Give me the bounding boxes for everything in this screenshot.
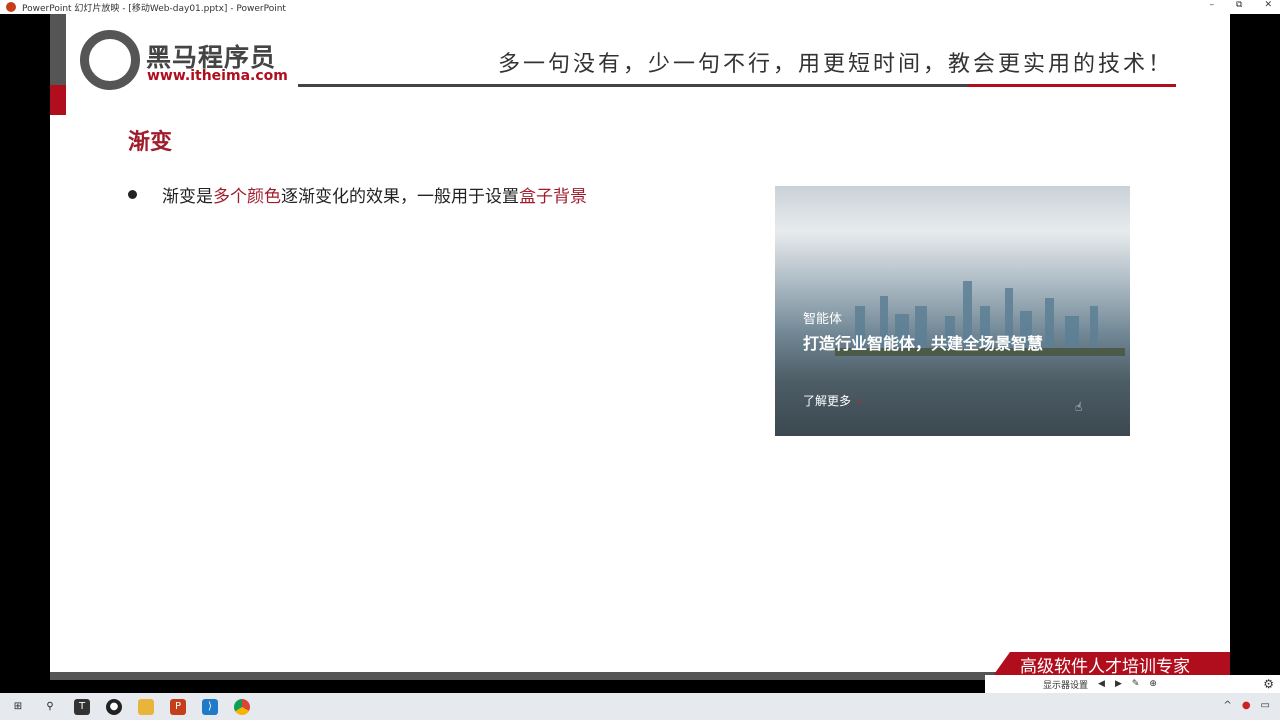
zoom-icon[interactable]: ⊕ <box>1149 679 1157 689</box>
card-subtitle: 智能体 <box>803 312 843 327</box>
app-tray-icon[interactable]: ● <box>1242 700 1251 711</box>
hand-cursor-icon: ☝ <box>1075 400 1083 414</box>
window-title: PowerPoint 幻灯片放映 - [移动Web-day01.pptx] - … <box>22 3 286 14</box>
taskbar: ⊞ ⚲ T ● P ⟩ ^ ● ▭ <box>0 693 1280 720</box>
header-divider <box>298 84 968 87</box>
gear-icon[interactable]: ⚙ <box>1263 677 1274 691</box>
learn-more-link[interactable]: 了解更多 › <box>803 392 862 409</box>
minimize-button[interactable]: – <box>1210 0 1215 10</box>
next-icon[interactable]: ▶ <box>1115 679 1122 689</box>
powerpoint-taskbar-icon[interactable]: P <box>170 698 186 715</box>
title-bar: PowerPoint 幻灯片放映 - [移动Web-day01.pptx] - … <box>0 0 1280 14</box>
card-title: 打造行业智能体，共建全场景智慧 <box>803 334 1044 353</box>
example-card-image: 智能体 打造行业智能体，共建全场景智慧 了解更多 › ☝ <box>775 186 1130 436</box>
chrome-icon[interactable] <box>234 698 250 715</box>
windows-start-icon[interactable]: ⊞ <box>10 699 26 715</box>
logo-url: www.itheima.com <box>147 68 288 84</box>
decor-gray-bar <box>50 14 66 85</box>
slideshow-toolbar: 显示器设置 ◀ ▶ ✎ ⊕ ⚙ <box>985 675 1280 693</box>
chevron-up-icon[interactable]: ^ <box>1223 700 1231 711</box>
typora-icon[interactable]: T <box>74 698 90 715</box>
vscode-icon[interactable]: ⟩ <box>202 698 218 715</box>
slide: 黑马程序员 www.itheima.com 多一句没有，少一句不行，用更短时间，… <box>50 14 1230 680</box>
maximize-button[interactable]: ⧉ <box>1236 0 1242 10</box>
bullet-item: 渐变是 多个颜色 逐渐变化的效果，一般用于设置 盒子背景 <box>128 182 587 207</box>
pen-icon[interactable]: ✎ <box>1132 679 1140 689</box>
close-button[interactable]: ✕ <box>1264 0 1272 10</box>
bullet-highlight: 多个颜色 <box>213 187 281 207</box>
slide-heading: 渐变 <box>128 130 173 155</box>
prev-icon[interactable]: ◀ <box>1098 679 1105 689</box>
bullet-text: 逐渐变化的效果，一般用于设置 <box>281 187 519 207</box>
header-divider-accent <box>968 84 1176 87</box>
system-tray: ^ ● ▭ <box>1223 700 1270 711</box>
obs-icon[interactable]: ● <box>106 698 122 715</box>
slogan: 多一句没有，少一句不行，用更短时间，教会更实用的技术！ <box>498 52 1174 77</box>
file-explorer-icon[interactable] <box>138 698 154 715</box>
bullet-highlight: 盒子背景 <box>519 187 587 207</box>
display-settings-button[interactable]: 显示器设置 <box>1043 678 1088 691</box>
search-icon[interactable]: ⚲ <box>42 699 58 715</box>
arrow-right-icon: › <box>857 394 862 408</box>
decor-red-bar <box>50 85 66 115</box>
powerpoint-icon <box>6 2 16 12</box>
network-icon[interactable]: ▭ <box>1261 700 1270 711</box>
bullet-dot-icon <box>128 190 137 199</box>
bullet-text: 渐变是 <box>162 187 213 207</box>
learn-more-label: 了解更多 <box>803 394 852 408</box>
horse-logo-icon <box>80 30 140 90</box>
